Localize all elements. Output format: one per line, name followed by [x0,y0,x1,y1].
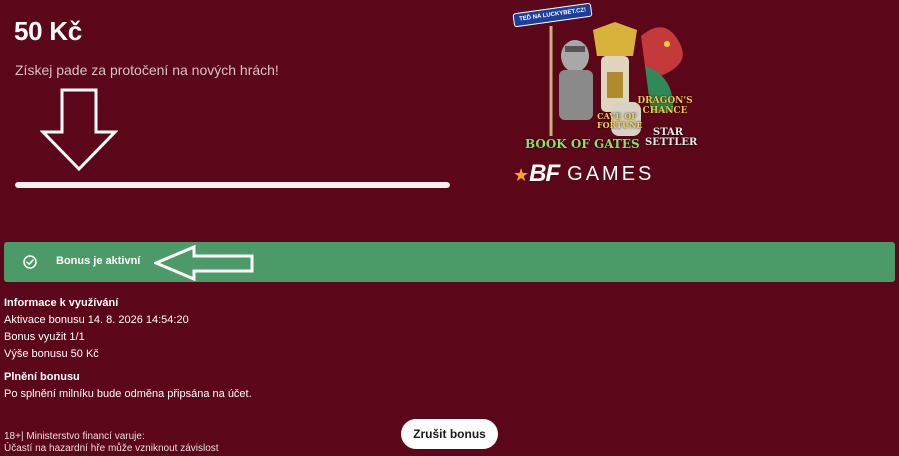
promo-banner[interactable]: TEĎ NA LUCKYBET.CZ! Book of Gates Cave o… [505,2,705,194]
check-circle-icon [23,255,37,269]
legal-warning: 18+| Ministerstvo financí varuje: Účastí… [4,431,219,455]
left-arrow-icon [154,244,254,282]
bonus-status-label: Bonus je aktivní [56,255,141,267]
game-title-star-settler: Star Settler [645,127,698,148]
bonus-amount-detail: Výše bonusu 50 Kč [4,348,99,360]
usage-info-heading: Informace k využívání [4,297,119,309]
bonus-progress-fill [15,182,450,188]
bonus-amount: 50 Kč [14,16,82,46]
logo-text: GAMES [567,162,655,185]
fulfilment-section: Plnění bonusu Po splnění milníku bude od… [4,369,252,403]
fulfilment-text: Po splnění milníku bude odměna připsána … [4,388,252,400]
star-icon: ★ [513,165,529,185]
bonus-used-count: Bonus využit 1/1 [4,331,85,343]
bf-games-logo: ★BF GAMES [513,160,654,188]
bonus-status-bar: Bonus je aktivní [4,242,895,282]
activation-date: Aktivace bonusu 14. 8. 2026 14:54:20 [4,314,189,326]
legal-warning-line2: Účastí na hazardní hře může vzniknout zá… [4,443,219,454]
bonus-progress-bar [15,182,450,188]
fulfilment-heading: Plnění bonusu [4,371,80,383]
game-title-dragons-chance: Dragon's Chance [637,96,693,116]
game-title-book-of-gates: Book of Gates [525,137,640,151]
usage-info-section: Informace k využívání Aktivace bonusu 14… [4,295,189,363]
cancel-bonus-button[interactable]: Zrušit bonus [401,419,498,449]
logo-mark: BF [529,160,560,187]
game-title-cave-of-fortune: Cave of Fortune [597,111,643,130]
down-arrow-icon [40,88,118,172]
bonus-subtitle: Získej pade za protočení na nových hrách… [15,62,279,78]
legal-warning-line1: 18+| Ministerstvo financí varuje: [4,431,145,442]
